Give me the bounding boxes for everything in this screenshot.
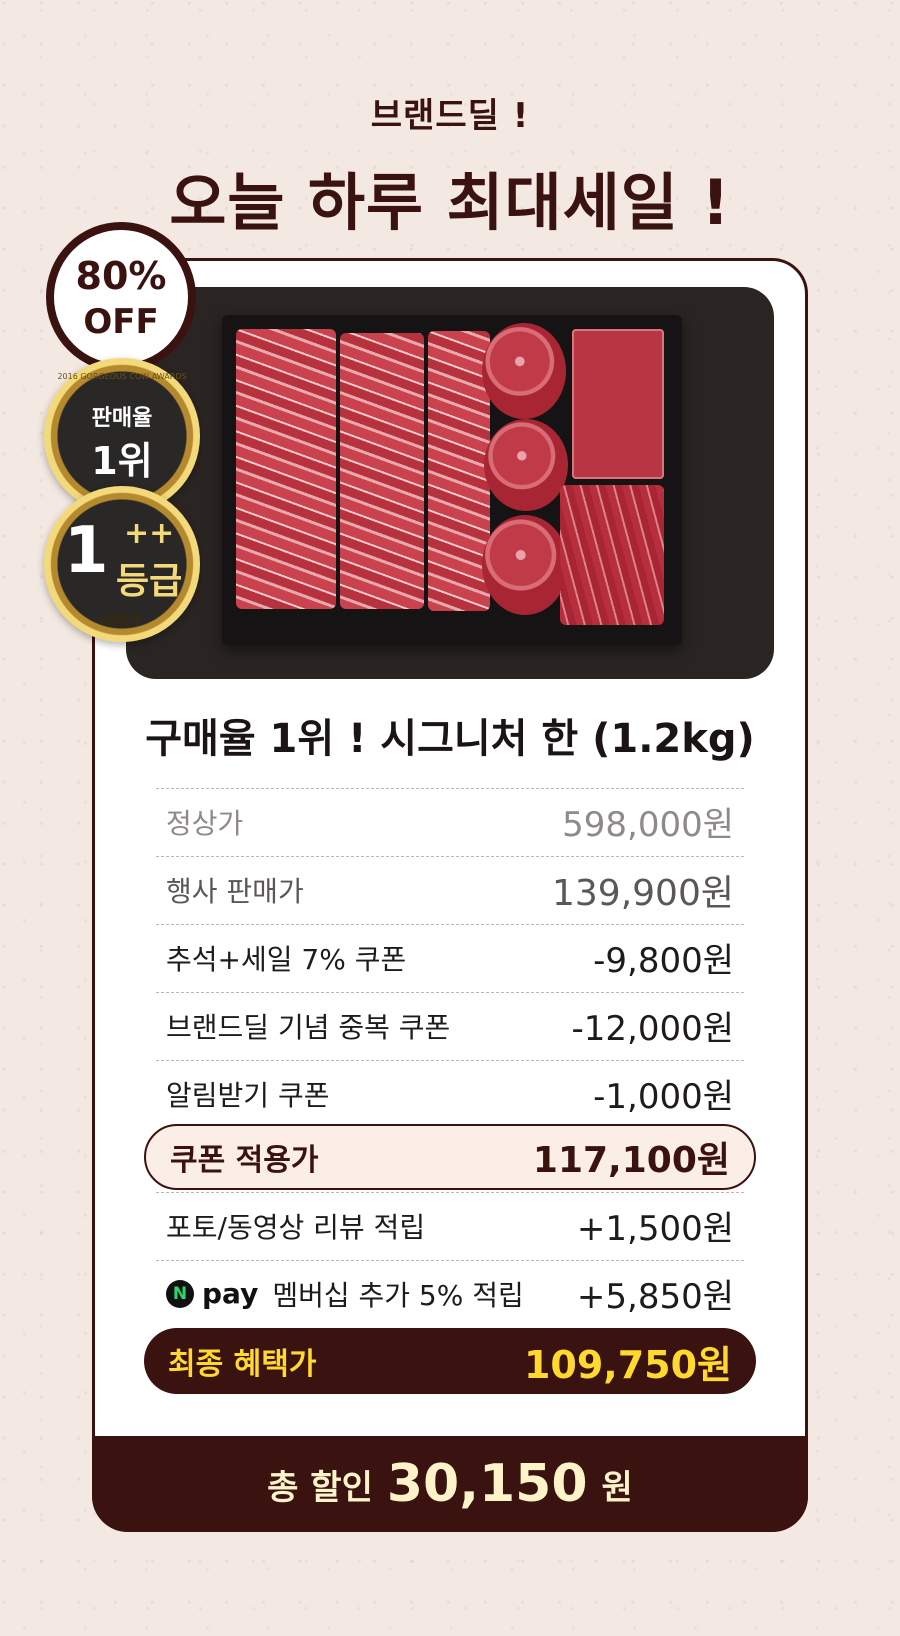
reward-row-label: 포토/동영상 리뷰 적립: [166, 1210, 426, 1244]
final-benefit-price: 최종 혜택가 109,750원: [144, 1328, 756, 1394]
grade-word: 등급: [116, 561, 183, 602]
price-row-value: -9,800원: [593, 941, 734, 981]
price-row-label: 추석+세일 7% 쿠폰: [166, 942, 407, 976]
price-row-coupon-branddeal: 브랜드딜 기념 중복 쿠폰 -12,000원: [156, 992, 744, 1058]
discount-off-label: OFF: [83, 302, 159, 342]
reward-row-npay: N pay 멤버십 추가 5% 적립 +5,850원: [156, 1260, 744, 1326]
coupon-applied-label: 쿠폰 적용가: [170, 1143, 319, 1178]
total-discount-unit: 원: [601, 1467, 633, 1508]
total-discount-bar: 총 할인 30,150 원: [92, 1436, 808, 1532]
meat-slices: [428, 331, 490, 611]
final-benefit-label: 최종 혜택가: [168, 1347, 317, 1382]
discount-percent: 80%: [75, 254, 167, 298]
grade-number: 1: [64, 514, 109, 588]
sales-rank-label: 판매율: [91, 406, 153, 431]
header-subtitle: 브랜드딜 !: [370, 96, 530, 136]
meat-slab: [560, 485, 664, 625]
grade-brand: 화려한우: [101, 614, 143, 627]
price-row-label: 정상가: [166, 806, 244, 840]
sales-rank-value: 1위: [91, 439, 153, 483]
serving-board: [222, 315, 682, 645]
price-row-regular: 정상가 598,000원: [156, 788, 744, 854]
price-row-label: 행사 판매가: [166, 874, 304, 908]
meat-slices: [340, 333, 424, 609]
price-row-value: -1,000원: [593, 1077, 734, 1117]
meat-slices: [236, 329, 336, 609]
discount-badge: 80% OFF: [46, 222, 196, 372]
meat-cubes: [572, 329, 664, 479]
price-row-value: 139,900원: [552, 872, 734, 914]
grade-medal: 1 ++ 등급 화려한우: [44, 486, 200, 642]
reward-row-value: +1,500원: [576, 1209, 734, 1249]
coupon-applied-value: 117,100원: [532, 1140, 730, 1181]
price-row-coupon-chuseok: 추석+세일 7% 쿠폰 -9,800원: [156, 924, 744, 990]
reward-row-label-group: N pay 멤버십 추가 5% 적립: [166, 1274, 524, 1314]
reward-row-review: 포토/동영상 리뷰 적립 +1,500원: [156, 1192, 744, 1258]
coupon-applied-price: 쿠폰 적용가 117,100원: [144, 1124, 756, 1190]
meat-round-cut: [482, 515, 568, 615]
grade-plus: ++: [124, 516, 175, 551]
npay-logo-icon: N: [166, 1279, 194, 1308]
price-row-sale: 행사 판매가 139,900원: [156, 856, 744, 922]
medal-ring-text: 2016 GORGEOUS COW AWARDS: [57, 372, 187, 381]
meat-round-cut: [484, 419, 568, 511]
price-row-label: 알림받기 쿠폰: [166, 1078, 330, 1112]
meat-round-cut: [482, 323, 566, 419]
npay-logo-word: pay: [202, 1277, 259, 1310]
total-discount-label: 총 할인: [267, 1467, 373, 1508]
final-benefit-value: 109,750원: [523, 1342, 732, 1387]
total-discount-amount: 30,150: [386, 1454, 588, 1514]
price-row-coupon-alert: 알림받기 쿠폰 -1,000원: [156, 1060, 744, 1126]
reward-row-label: 멤버십 추가 5% 적립: [272, 1278, 524, 1312]
product-image: [126, 287, 774, 679]
reward-row-value: +5,850원: [576, 1277, 734, 1317]
price-row-value: -12,000원: [571, 1009, 734, 1049]
price-row-value: 598,000원: [562, 805, 734, 845]
product-name: 구매율 1위 ! 시그니처 한 (1.2kg): [145, 716, 755, 762]
price-row-label: 브랜드딜 기념 중복 쿠폰: [166, 1010, 451, 1044]
